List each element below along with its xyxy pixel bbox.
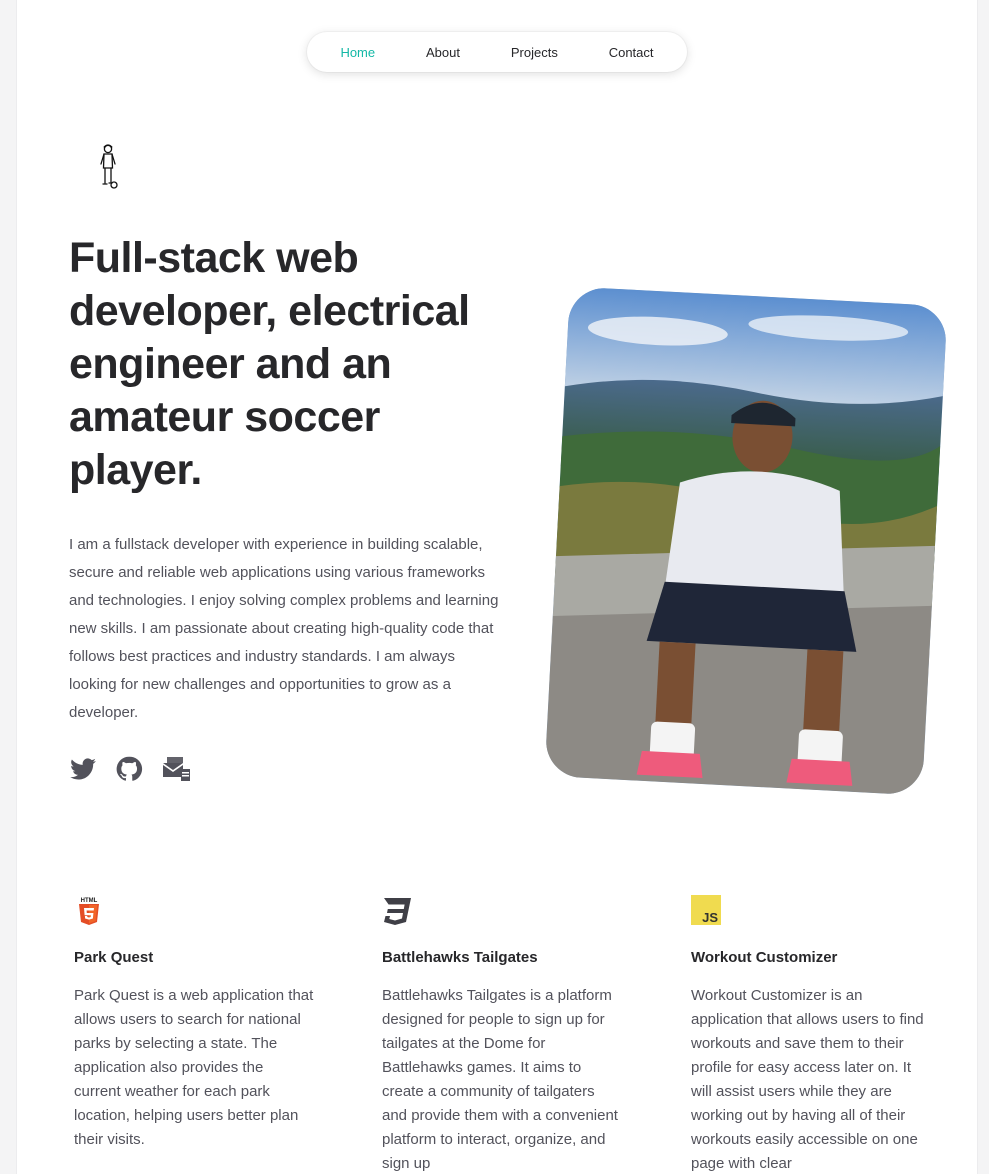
nav-contact-link[interactable]: Contact bbox=[597, 39, 666, 66]
project-card-workout-customizer[interactable]: JS Workout Customizer Workout Customizer… bbox=[691, 895, 931, 1174]
project-title: Park Quest bbox=[74, 949, 154, 966]
soccer-player-avatar bbox=[100, 144, 118, 189]
html5-icon: HTML bbox=[79, 898, 99, 925]
hero-headline: Full-stack web developer, electrical eng… bbox=[69, 234, 470, 494]
twitter-icon[interactable] bbox=[69, 755, 97, 783]
profile-photo bbox=[544, 286, 948, 796]
javascript-icon: JS bbox=[691, 895, 721, 925]
project-card-battlehawks-tailgates[interactable]: Battlehawks Tailgates Battlehawks Tailga… bbox=[382, 895, 622, 1174]
project-title: Workout Customizer bbox=[691, 949, 838, 966]
page: Home About Projects Contact Full-stack w… bbox=[17, 0, 977, 1174]
project-title: Battlehawks Tailgates bbox=[382, 949, 538, 966]
social-links bbox=[69, 755, 190, 783]
nav-projects-link[interactable]: Projects bbox=[499, 39, 570, 66]
top-navigation: Home About Projects Contact bbox=[307, 32, 687, 72]
github-icon[interactable] bbox=[115, 755, 143, 783]
project-description: Park Quest is a web application that all… bbox=[74, 987, 314, 1148]
nav-home-link[interactable]: Home bbox=[328, 39, 387, 66]
project-description: Battlehawks Tailgates is a platform desi… bbox=[382, 987, 618, 1172]
svg-text:JS: JS bbox=[702, 910, 718, 925]
svg-text:HTML: HTML bbox=[81, 898, 98, 904]
nav-about-link[interactable]: About bbox=[414, 39, 472, 66]
project-card-park-quest[interactable]: HTML Park Quest Park Quest is a web appl… bbox=[74, 895, 314, 1152]
mail-icon[interactable] bbox=[161, 755, 190, 783]
hero-intro: I am a fullstack developer with experien… bbox=[69, 536, 499, 721]
project-description: Workout Customizer is an application tha… bbox=[691, 987, 924, 1172]
css3-icon bbox=[384, 898, 411, 925]
